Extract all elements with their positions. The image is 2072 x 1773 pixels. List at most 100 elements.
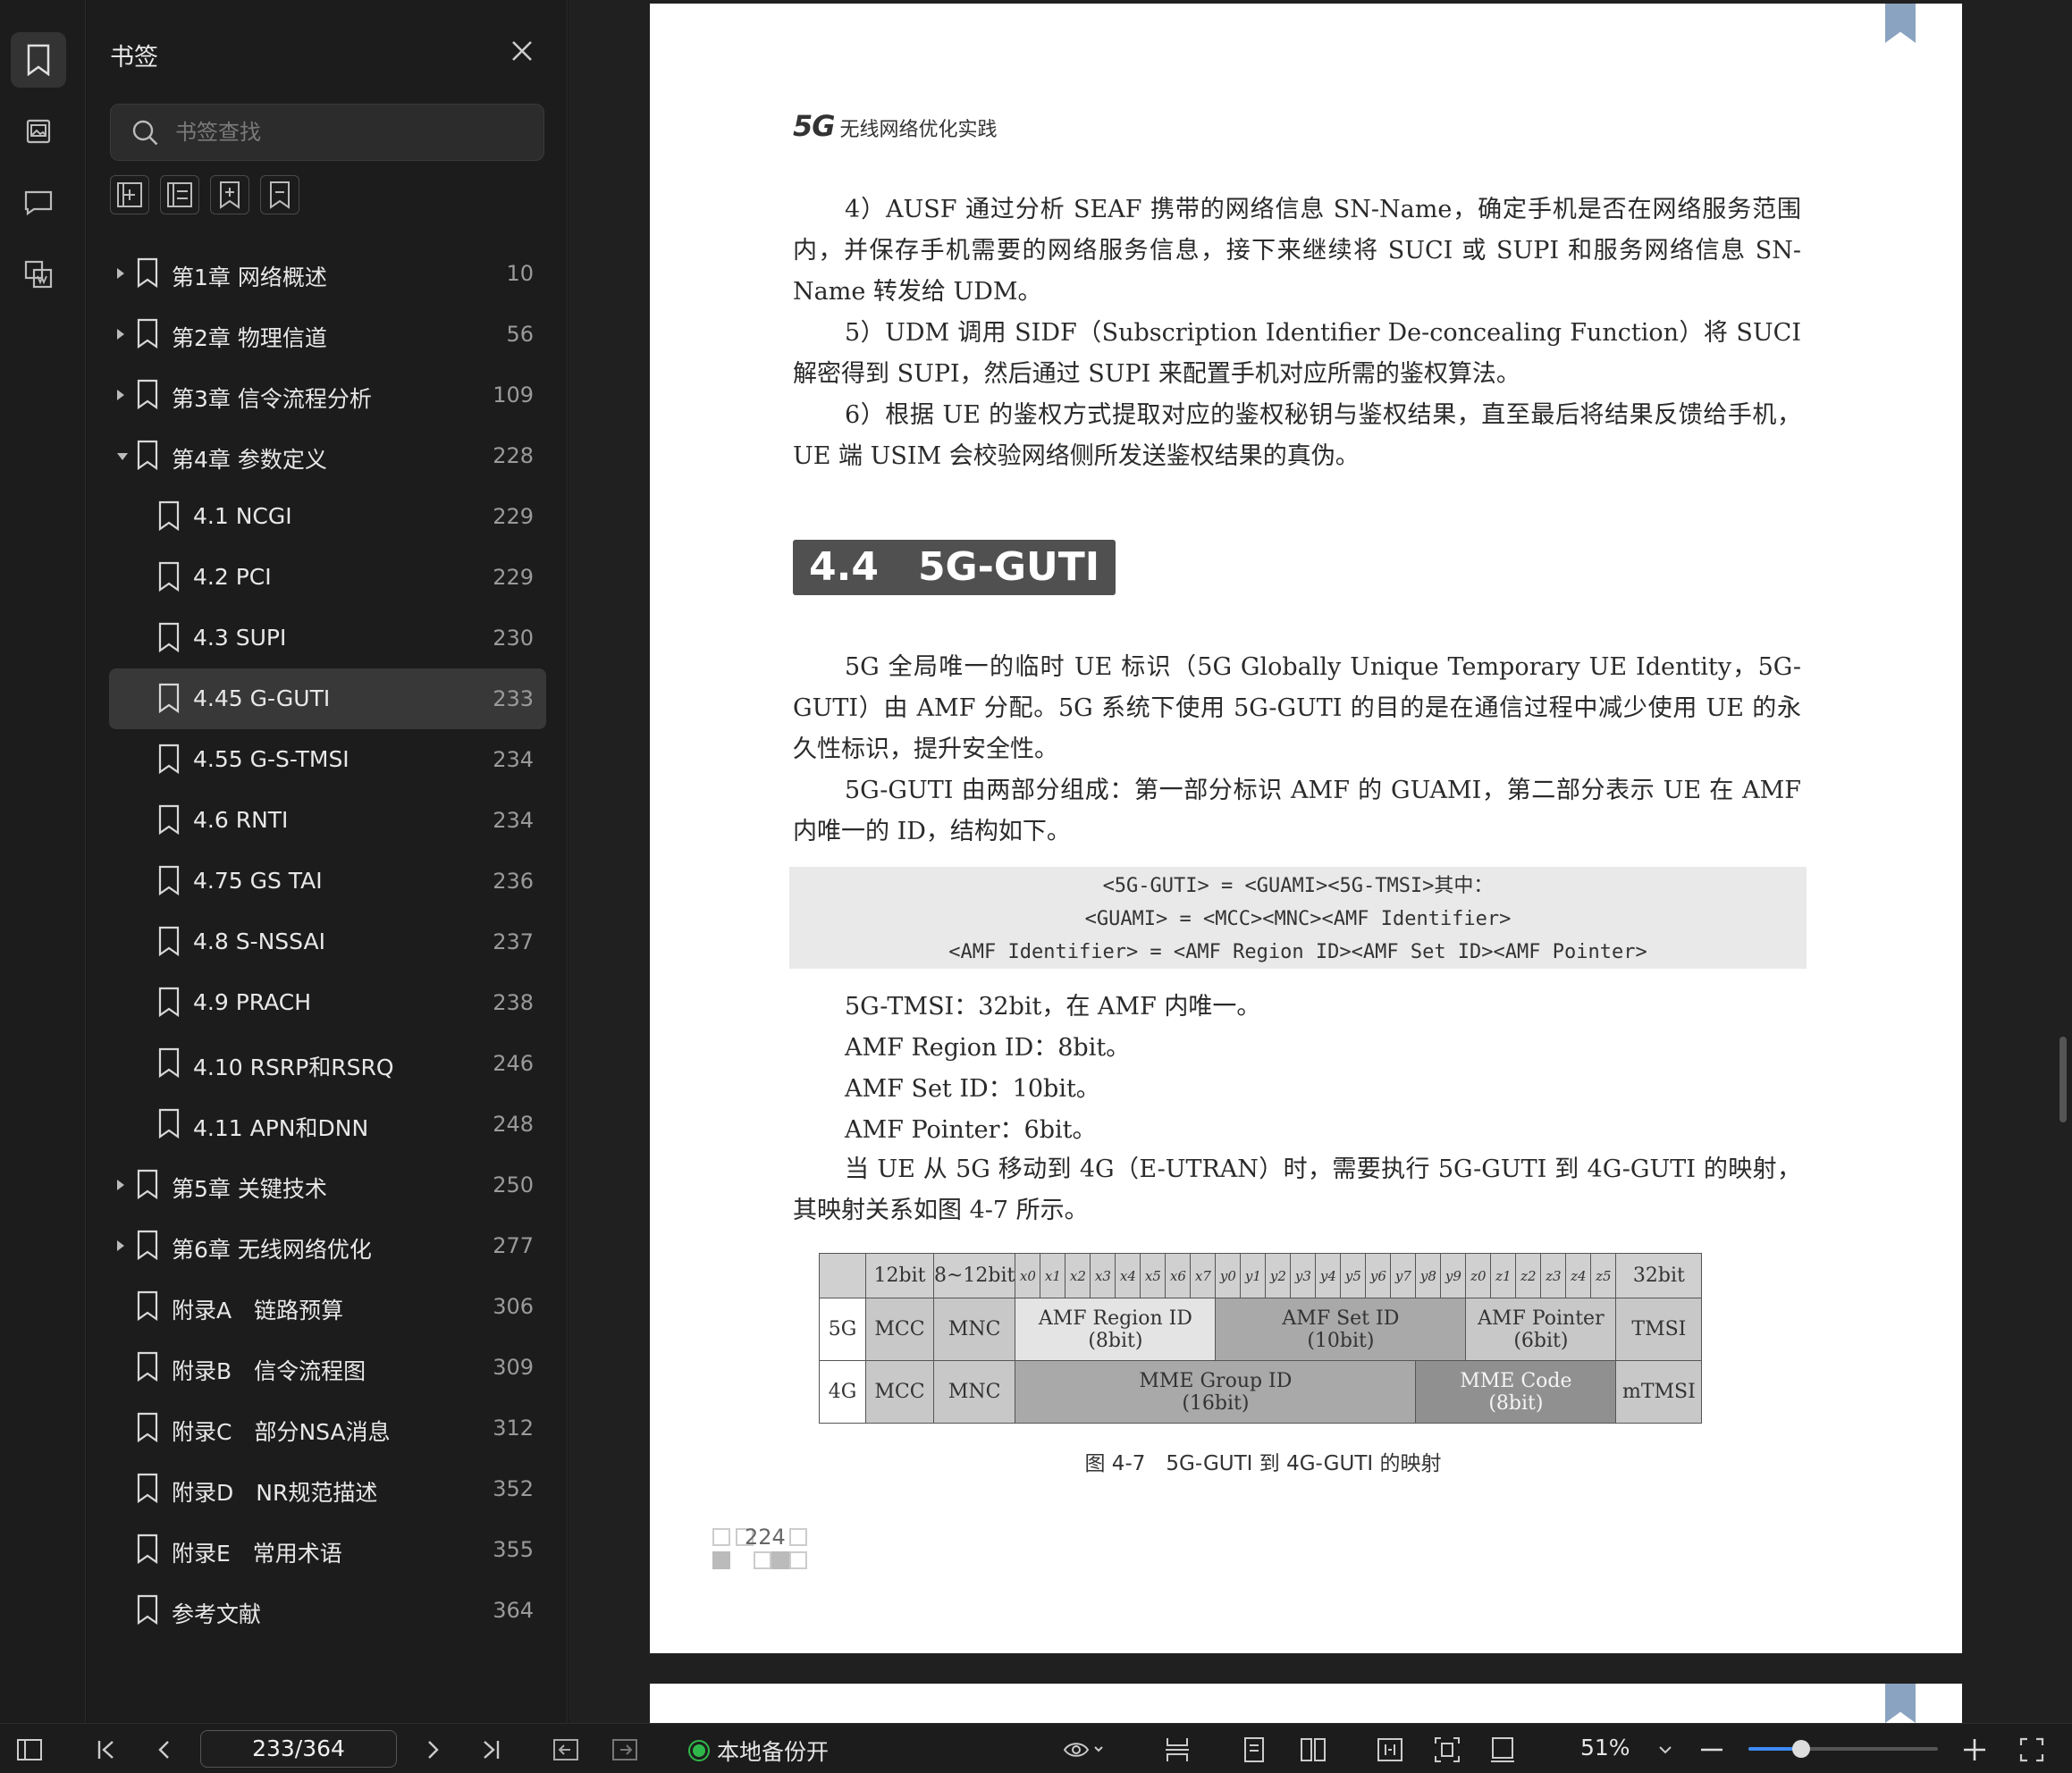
- bookmark-remove-icon[interactable]: [260, 175, 299, 214]
- two-page-icon[interactable]: [1300, 1736, 1327, 1763]
- bookmark-item[interactable]: 4.1 NCGI 229: [109, 486, 546, 547]
- page-bookmark-icon[interactable]: [1885, 4, 1916, 43]
- zoom-slider-knob[interactable]: [1792, 1740, 1811, 1758]
- toggle-sidebar-icon[interactable]: [16, 1736, 43, 1763]
- vertical-scrollbar[interactable]: [2059, 1037, 2067, 1122]
- caret-right-icon[interactable]: [116, 388, 127, 402]
- zoom-out-icon[interactable]: [1698, 1736, 1725, 1763]
- page-bookmark-icon[interactable]: [1885, 1684, 1916, 1723]
- caret-right-icon[interactable]: [116, 327, 127, 341]
- bit-label: x3: [1090, 1253, 1116, 1298]
- bookmark-item[interactable]: 4.55 G-S-TMSI 234: [109, 729, 546, 790]
- table-cell: MNC: [932, 1298, 1016, 1361]
- caret-right-icon[interactable]: [116, 266, 127, 281]
- bookmark-label: 附录D NR规范描述: [172, 1480, 378, 1506]
- bookmark-page-number: 229: [493, 565, 534, 590]
- bookmark-label: 第1章 网络概述: [172, 265, 327, 290]
- previous-page-icon[interactable]: [150, 1736, 177, 1763]
- thumbnails-tab-icon[interactable]: [11, 104, 66, 159]
- bit-label: z3: [1540, 1253, 1567, 1298]
- local-backup-status[interactable]: 本地备份开: [690, 1735, 829, 1767]
- bookmark-item[interactable]: 4.11 APN和DNN 248: [109, 1094, 546, 1155]
- bookmark-item[interactable]: 附录E 常用术语 355: [109, 1519, 546, 1580]
- bookmark-item[interactable]: 4.6 RNTI 234: [109, 790, 546, 851]
- table-cell: MME Group ID (16bit): [1015, 1360, 1417, 1424]
- bookmark-page-number: 250: [493, 1172, 534, 1197]
- bookmark-item[interactable]: 4.9 PRACH 238: [109, 972, 546, 1033]
- bookmark-tools: [110, 175, 299, 214]
- bookmark-page-number: 228: [493, 443, 534, 468]
- bookmark-item[interactable]: 第3章 信令流程分析 109: [109, 365, 546, 425]
- caret-right-icon[interactable]: [116, 1178, 127, 1192]
- bit-label: y4: [1315, 1253, 1342, 1298]
- bit-label: y8: [1415, 1253, 1442, 1298]
- bookmark-label: 4.3 SUPI: [193, 625, 287, 651]
- bookmark-add-icon[interactable]: [210, 175, 249, 214]
- bookmark-search-box[interactable]: [110, 104, 544, 161]
- page-number-input[interactable]: 233/364: [200, 1730, 397, 1768]
- single-page-icon[interactable]: [1164, 1736, 1191, 1763]
- caret-right-icon[interactable]: [116, 1239, 127, 1253]
- page-decoration: [712, 1528, 730, 1546]
- bookmark-icon: [157, 1108, 181, 1140]
- fullscreen-icon[interactable]: [2018, 1736, 2045, 1763]
- table-cell: MME Code (8bit): [1415, 1360, 1617, 1424]
- bookmark-item[interactable]: 附录A 链路预算 306: [109, 1276, 546, 1337]
- bookmark-item[interactable]: 第4章 参数定义 228: [109, 425, 546, 486]
- bookmark-item[interactable]: 4.10 RSRP和RSRQ 246: [109, 1033, 546, 1094]
- table-cell: MCC: [865, 1298, 934, 1361]
- cell-text: AMF Set ID: [1282, 1307, 1400, 1330]
- bookmark-page-number: 306: [493, 1294, 534, 1319]
- eye-view-icon[interactable]: [1062, 1736, 1107, 1763]
- comments-tab-icon[interactable]: [11, 175, 66, 231]
- bookmark-item[interactable]: 参考文献 364: [109, 1580, 546, 1641]
- last-page-icon[interactable]: [477, 1736, 504, 1763]
- bookmark-item[interactable]: 4.45 G-GUTI 233: [109, 668, 546, 729]
- bit-label: z2: [1515, 1253, 1542, 1298]
- close-icon[interactable]: [507, 36, 537, 66]
- bookmark-item[interactable]: 第1章 网络概述 10: [109, 243, 546, 304]
- paragraph: 5G-GUTI 由两部分组成：第一部分标识 AMF 的 GUAMI，第二部分表示…: [793, 777, 1801, 845]
- bookmark-label: 附录B 信令流程图: [172, 1358, 366, 1384]
- bookmark-label: 4.75 GS TAI: [193, 868, 323, 894]
- bookmark-item[interactable]: 附录B 信令流程图 309: [109, 1337, 546, 1398]
- table-row-5g: 5G MCC MNC AMF Region ID (8bit) AMF Set I…: [819, 1298, 1703, 1361]
- fit-page-icon[interactable]: [1434, 1736, 1461, 1763]
- bookmark-item[interactable]: 第2章 物理信道 56: [109, 304, 546, 365]
- bookmark-item[interactable]: 4.3 SUPI 230: [109, 608, 546, 668]
- backup-label: 本地备份开: [717, 1739, 830, 1765]
- continuous-page-icon[interactable]: [1241, 1736, 1268, 1763]
- bookmark-item[interactable]: 第5章 关键技术 250: [109, 1155, 546, 1215]
- zoom-slider[interactable]: [1748, 1740, 1938, 1758]
- zoom-value[interactable]: 51%: [1580, 1735, 1630, 1760]
- caret-down-icon[interactable]: [116, 449, 128, 463]
- add-sub-bookmark-icon[interactable]: [160, 175, 199, 214]
- bookmark-item[interactable]: 附录C 部分NSA消息 312: [109, 1398, 546, 1458]
- zoom-dropdown-icon[interactable]: [1652, 1736, 1679, 1763]
- go-back-icon[interactable]: [552, 1736, 579, 1763]
- bookmark-item[interactable]: 附录D NR规范描述 352: [109, 1458, 546, 1519]
- actual-size-icon[interactable]: [1489, 1736, 1516, 1763]
- first-page-icon[interactable]: [93, 1736, 120, 1763]
- bookmark-list: 第1章 网络概述 10 第2章 物理信道 56 第3章 信令流程分析 109 第4章 参数定…: [87, 243, 568, 1641]
- bookmark-item[interactable]: 4.8 S-NSSAI 237: [109, 912, 546, 972]
- next-page-icon[interactable]: [420, 1736, 447, 1763]
- bit-label: y0: [1215, 1253, 1242, 1298]
- bookmark-item[interactable]: 4.2 PCI 229: [109, 547, 546, 608]
- bookmark-label: 第4章 参数定义: [172, 447, 327, 473]
- bookmark-item[interactable]: 第6章 无线网络优化 277: [109, 1215, 546, 1276]
- bookmark-search-input[interactable]: [175, 105, 533, 160]
- fit-width-icon[interactable]: [1377, 1736, 1403, 1763]
- bookmark-icon: [157, 1047, 181, 1080]
- bookmarks-tab-icon[interactable]: [11, 32, 66, 88]
- bookmark-item[interactable]: 4.75 GS TAI 236: [109, 851, 546, 912]
- document-viewer[interactable]: 5G 无线网络优化实践 4）AUSF 通过分析 SEAF 携带的网络信息 SN-…: [569, 0, 2072, 1737]
- zoom-in-icon[interactable]: [1961, 1736, 1988, 1763]
- bookmark-page-number: 364: [493, 1598, 534, 1623]
- bookmark-label: 第5章 关键技术: [172, 1176, 327, 1202]
- go-forward-icon[interactable]: [611, 1736, 638, 1763]
- bookmark-page-number: 237: [493, 929, 534, 954]
- add-bookmark-icon[interactable]: [110, 175, 149, 214]
- extract-tab-icon[interactable]: [11, 247, 66, 302]
- header-logo: 5G: [793, 109, 836, 143]
